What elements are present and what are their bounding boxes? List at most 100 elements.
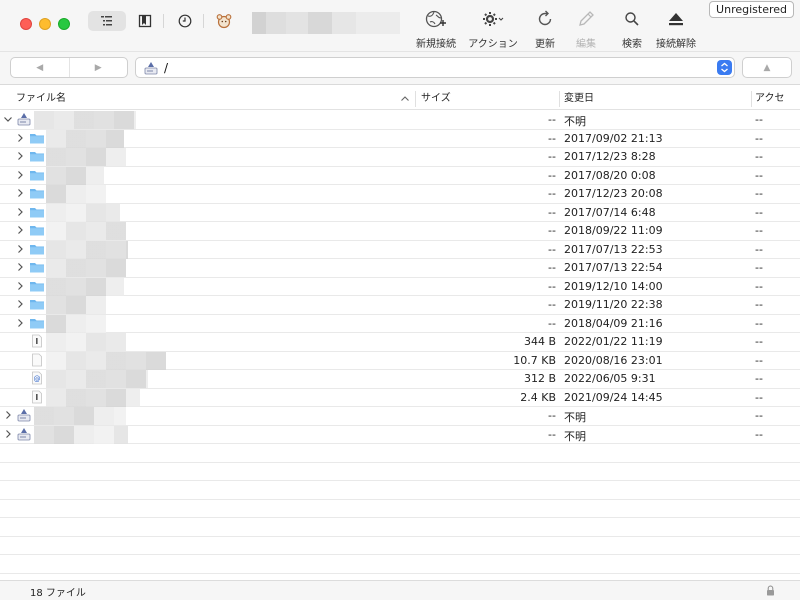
table-row[interactable]: -- 不明 --	[0, 407, 800, 426]
chevron-right-icon[interactable]	[3, 429, 13, 439]
volume-icon	[144, 62, 158, 75]
column-divider[interactable]	[559, 91, 560, 107]
forward-button[interactable]: ▶	[70, 58, 128, 77]
zoom-window-button[interactable]	[58, 18, 70, 30]
permissions: --	[755, 372, 763, 385]
modified-date: 2019/12/10 14:00	[564, 279, 663, 293]
permissions: --	[755, 168, 763, 182]
document-icon	[31, 353, 43, 370]
permissions: --	[755, 205, 763, 219]
chevron-right-icon[interactable]	[15, 133, 25, 143]
sort-ascending-icon	[401, 96, 409, 101]
permissions: --	[755, 335, 763, 348]
column-name[interactable]: ファイル名	[16, 88, 66, 110]
lock-icon	[767, 585, 774, 596]
chevron-right-icon[interactable]	[15, 170, 25, 180]
table-row[interactable]: -- 不明 --	[0, 111, 800, 130]
bonjour-button[interactable]	[214, 11, 234, 31]
column-header: ファイル名 サイズ 変更日 アクセ	[0, 88, 800, 110]
chevron-right-icon[interactable]	[3, 410, 13, 420]
chevron-down-icon[interactable]	[3, 114, 13, 124]
table-row[interactable]: -- 2017/07/13 22:53 --	[0, 240, 800, 259]
modified-date: 不明	[564, 411, 586, 424]
table-row[interactable]: -- 2018/09/22 11:09 --	[0, 222, 800, 241]
modified-date: 2021/09/24 14:45	[564, 390, 663, 404]
column-permissions[interactable]: アクセ	[755, 88, 785, 110]
table-row[interactable]: -- 2017/07/13 22:54 --	[0, 259, 800, 278]
file-size: 312 B	[523, 372, 556, 385]
column-divider[interactable]	[751, 91, 752, 107]
empty-row	[0, 463, 800, 481]
history-button[interactable]	[176, 12, 194, 30]
table-row[interactable]: -- 2019/11/20 22:38 --	[0, 296, 800, 315]
modified-date: 2020/08/16 23:01	[564, 353, 663, 367]
modified-date: 不明	[564, 115, 586, 128]
table-row[interactable]: 10.7 KB 2020/08/16 23:01 --	[0, 351, 800, 370]
volume-icon	[17, 112, 31, 129]
chevron-right-icon[interactable]	[15, 299, 25, 309]
toolbar: 新規接続 アクション 更新 編集 検索 接続解除 Unregistered	[0, 0, 800, 52]
file-size: --	[548, 131, 556, 145]
unregistered-button[interactable]: Unregistered	[709, 1, 794, 18]
folder-icon	[29, 297, 45, 314]
chevron-right-icon[interactable]	[15, 207, 25, 217]
chevron-right-icon[interactable]	[15, 281, 25, 291]
redacted-file-name	[46, 259, 126, 277]
clock-icon	[178, 14, 192, 28]
new-connection-tool[interactable]: 新規接続	[413, 8, 459, 50]
path-selector[interactable]: /	[135, 57, 735, 78]
chevron-right-icon[interactable]	[15, 151, 25, 161]
folder-icon	[29, 279, 45, 296]
outline-view-button[interactable]	[88, 11, 126, 31]
redacted-file-name	[46, 351, 166, 370]
modified-date: 2017/08/20 0:08	[564, 168, 656, 182]
disconnect-tool[interactable]: 接続解除	[654, 8, 698, 50]
chevron-right-icon[interactable]	[15, 318, 25, 328]
table-row[interactable]: @312 B 2022/06/05 9:31 --	[0, 370, 800, 389]
refresh-tool[interactable]: 更新	[530, 8, 560, 50]
chevron-right-icon[interactable]	[15, 188, 25, 198]
redacted-file-name	[46, 129, 124, 148]
table-row[interactable]: -- 2017/07/14 6:48 --	[0, 203, 800, 222]
file-size: 10.7 KB	[513, 353, 556, 367]
table-row[interactable]: -- 2017/12/23 20:08 --	[0, 185, 800, 204]
search-tool[interactable]: 検索	[618, 8, 646, 50]
bonjour-icon	[216, 14, 232, 29]
column-divider[interactable]	[415, 91, 416, 107]
bookmarks-button[interactable]	[136, 12, 154, 30]
table-row[interactable]: -- 2017/08/20 0:08 --	[0, 166, 800, 185]
redacted-file-name	[46, 370, 148, 388]
column-size[interactable]: サイズ	[421, 88, 451, 110]
empty-row	[0, 537, 800, 555]
table-row[interactable]: -- 不明 --	[0, 425, 800, 444]
file-size: --	[548, 427, 556, 441]
permissions: --	[755, 279, 763, 293]
parent-folder-button[interactable]: ▲	[742, 57, 792, 78]
table-row[interactable]: -- 2017/12/23 8:28 --	[0, 148, 800, 167]
chevron-right-icon[interactable]	[15, 262, 25, 272]
table-row[interactable]: -- 2017/09/02 21:13 --	[0, 129, 800, 148]
file-size: 2.4 KB	[520, 390, 556, 404]
column-modified[interactable]: 変更日	[564, 88, 594, 110]
action-tool[interactable]: アクション	[466, 8, 520, 50]
table-row[interactable]: 344 B 2022/01/22 11:19 --	[0, 333, 800, 352]
edit-tool[interactable]: 編集	[572, 8, 600, 50]
table-row[interactable]: -- 2018/04/09 21:16 --	[0, 314, 800, 333]
modified-date: 不明	[564, 429, 586, 443]
file-size: --	[548, 205, 556, 219]
path-bar: ◀ ▶ / ▲	[0, 52, 800, 85]
back-button[interactable]: ◀	[11, 58, 70, 77]
minimize-window-button[interactable]	[39, 18, 51, 30]
file-size: --	[548, 279, 556, 293]
chevron-right-icon[interactable]	[15, 225, 25, 235]
close-window-button[interactable]	[20, 18, 32, 30]
table-row[interactable]: 2.4 KB 2021/09/24 14:45 --	[0, 388, 800, 407]
redacted-file-name	[34, 425, 128, 444]
table-row[interactable]: -- 2019/12/10 14:00 --	[0, 277, 800, 296]
folder-icon	[29, 168, 45, 185]
permissions: --	[755, 298, 763, 311]
path-stepper[interactable]	[717, 60, 732, 75]
redacted-file-name	[46, 240, 128, 259]
chevron-right-icon[interactable]	[15, 244, 25, 254]
permissions: --	[755, 409, 763, 422]
